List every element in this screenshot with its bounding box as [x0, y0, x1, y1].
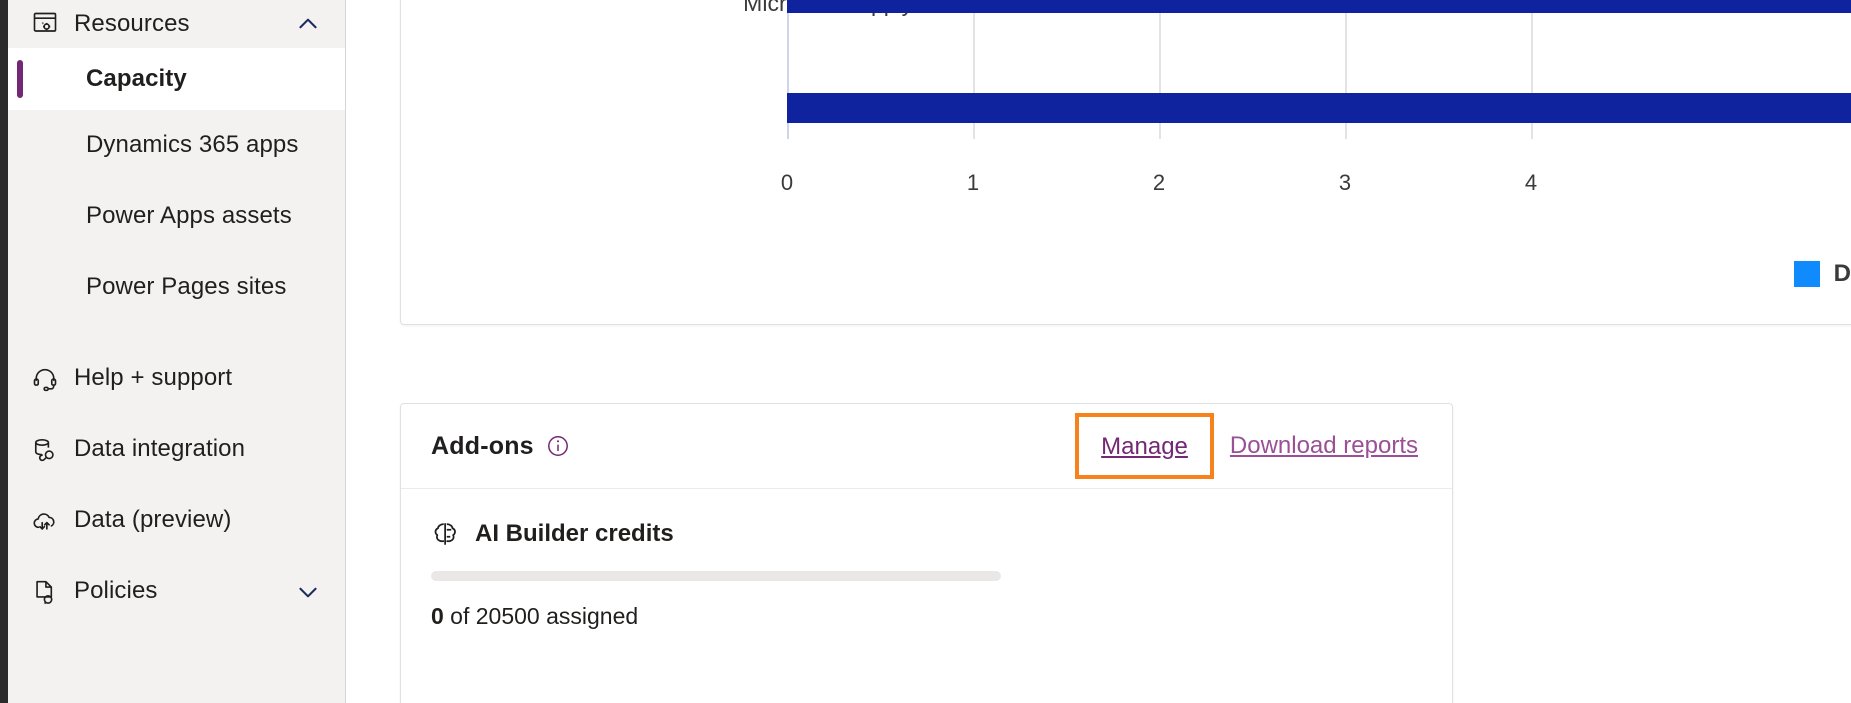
sidebar-item-label: Data (preview) [74, 506, 232, 534]
selected-indicator [17, 60, 23, 98]
sidebar-item-policies[interactable]: Policies [8, 556, 345, 627]
legend-swatch-icon [1793, 261, 1820, 287]
addons-card-header: Add-ons Manage Download reports [401, 404, 1452, 489]
addon-row-ai-builder-credits: AI Builder credits 0 of 20500 assigned [401, 489, 1452, 630]
sidebar-item-label: Data integration [74, 435, 246, 463]
legend-item-database[interactable]: Database [1793, 260, 1851, 288]
manage-link[interactable]: Manage [1101, 433, 1188, 461]
chart-tick-label: 3 [1338, 170, 1352, 195]
download-reports-link[interactable]: Download reports [1230, 432, 1418, 460]
chart-tick-label: 0 [780, 170, 794, 195]
sidebar-nav: Resources Capacity Dynamics 365 apps Pow… [8, 0, 346, 703]
chart-bar-segment-file[interactable] [787, 93, 1851, 123]
sidebar-item-capacity[interactable]: Capacity [8, 48, 345, 110]
chart-tick-label: 1 [966, 170, 980, 195]
sidebar-item-data-preview[interactable]: Data (preview) [8, 485, 345, 556]
sidebar-item-label: Power Pages sites [86, 273, 287, 301]
sidebar-item-resources[interactable]: Resources [8, 0, 345, 48]
addons-card: Add-ons Manage Download reports AI Build… [400, 403, 1453, 703]
addon-progress-bar [431, 571, 1001, 581]
capacity-chart-card: Microsoft Supply Chain Center... SwenkaD… [400, 0, 1851, 325]
sidebar-item-help-support[interactable]: Help + support [8, 343, 345, 414]
addons-title: Add-ons [431, 431, 534, 460]
chart-legend: Database File Lo [401, 260, 1851, 288]
sidebar-item-label: Capacity [86, 64, 187, 92]
sidebar-item-label: Policies [74, 577, 158, 605]
chart-bar-segment-file[interactable] [787, 0, 1851, 13]
resources-icon [30, 9, 60, 39]
manage-highlight-box: Manage [1075, 413, 1214, 479]
addon-row-title: AI Builder credits [431, 519, 1422, 549]
addon-name: AI Builder credits [475, 520, 674, 547]
ai-builder-icon [431, 519, 461, 549]
cloud-sync-icon [30, 506, 60, 536]
chevron-up-icon[interactable] [295, 11, 321, 37]
addon-status-rest: of 20500 assigned [443, 603, 639, 629]
sidebar-item-label: Dynamics 365 apps [86, 131, 299, 159]
sidebar-item-data-integration[interactable]: Data integration [8, 414, 345, 485]
sidebar-item-label: Help + support [74, 364, 233, 392]
sidebar-item-label: Resources [74, 9, 190, 37]
chart-tick-label: 2 [1152, 170, 1166, 195]
capacity-bar-chart: Microsoft Supply Chain Center... SwenkaD… [401, 0, 1851, 324]
document-policy-icon [30, 577, 60, 607]
main-content: Microsoft Supply Chain Center... SwenkaD… [347, 0, 1851, 703]
legend-label: Database [1833, 260, 1851, 287]
database-link-icon [30, 435, 60, 465]
sidebar-item-dynamics-365-apps[interactable]: Dynamics 365 apps [8, 110, 345, 181]
capacity-page: Resources Capacity Dynamics 365 apps Pow… [0, 0, 1851, 703]
sidebar-item-power-apps-assets[interactable]: Power Apps assets [8, 181, 345, 252]
sidebar-item-power-pages-sites[interactable]: Power Pages sites [8, 252, 345, 323]
headset-icon [30, 364, 60, 394]
chevron-down-icon[interactable] [295, 579, 321, 605]
addon-status: 0 of 20500 assigned [431, 603, 1422, 630]
info-icon[interactable] [546, 434, 570, 458]
window-left-rail [0, 0, 8, 703]
addon-status-value: 0 [431, 603, 444, 629]
chart-tick-label: 4 [1524, 170, 1538, 195]
sidebar-item-label: Power Apps assets [86, 202, 292, 230]
addons-header-actions: Manage Download reports [1075, 413, 1418, 479]
